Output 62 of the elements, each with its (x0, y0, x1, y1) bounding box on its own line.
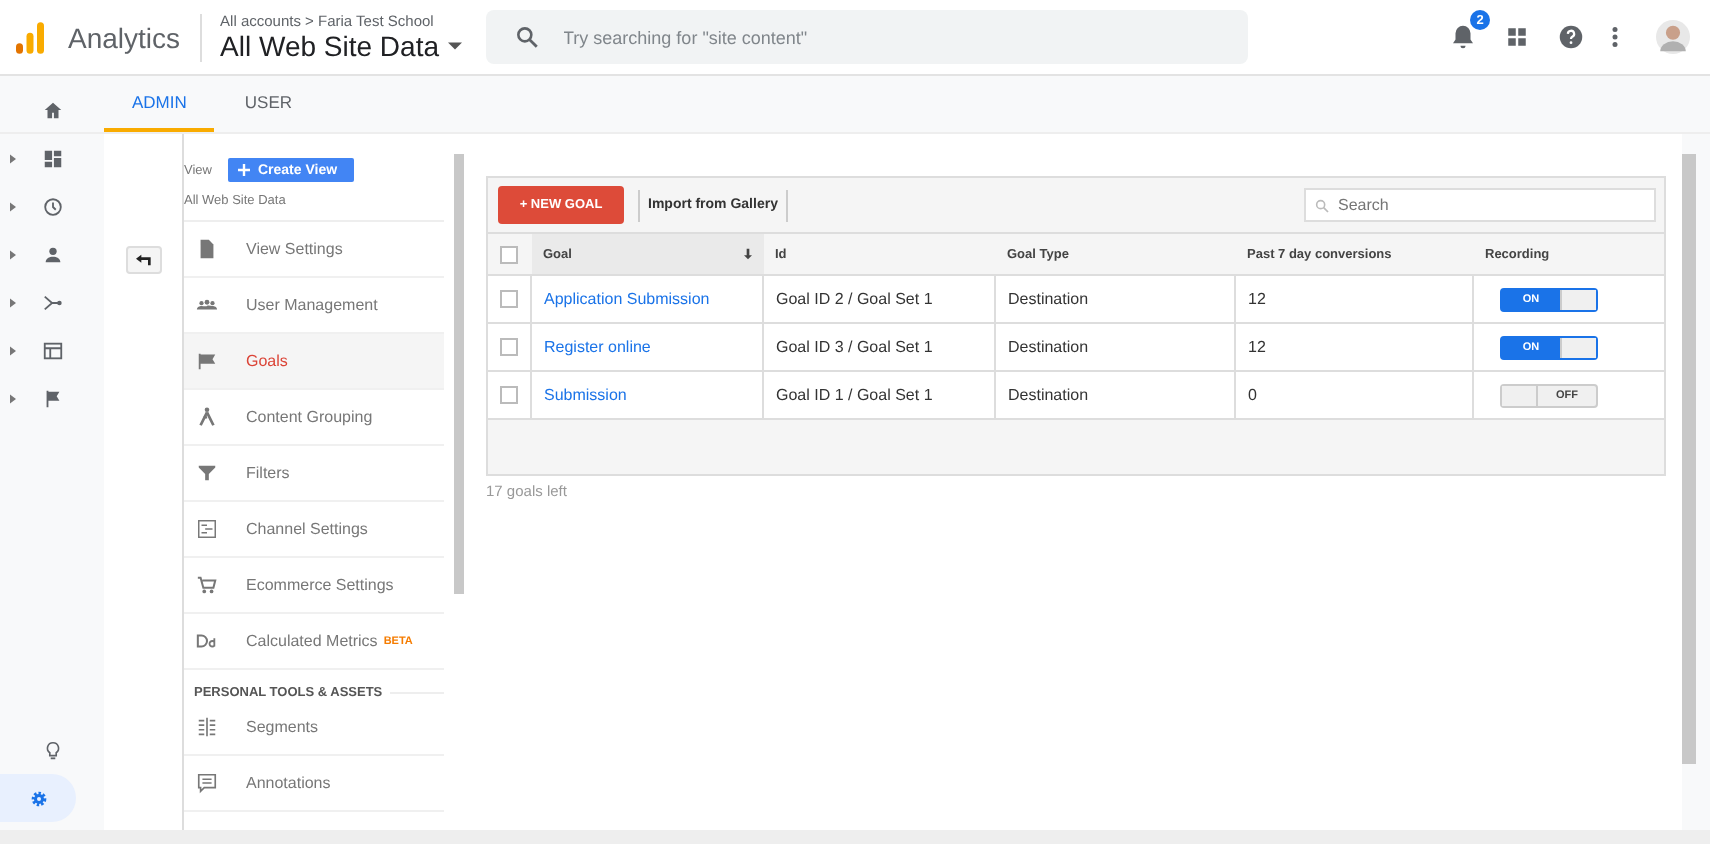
help-icon[interactable] (1556, 22, 1586, 52)
plus-icon (237, 164, 250, 176)
dashboard-icon[interactable] (41, 147, 63, 169)
branch-icon[interactable] (41, 291, 63, 313)
home-icon[interactable] (41, 99, 63, 121)
menu-item[interactable]: Goals (184, 334, 444, 390)
table-cell: Goal ID 3 / Goal Set 1 (776, 338, 933, 356)
table-cell: Goal ID 1 / Goal Set 1 (776, 386, 933, 404)
scrollbar[interactable] (1682, 154, 1696, 764)
caret-icon (447, 42, 461, 50)
filter-icon (196, 462, 218, 484)
settings-icon (27, 787, 49, 809)
table-cell: Destination (1008, 338, 1089, 356)
cart-icon (196, 574, 218, 596)
table-cell: 12 (1248, 338, 1266, 356)
search-icon (513, 24, 539, 50)
table-cell: Destination (1008, 386, 1089, 404)
document-icon (196, 238, 218, 260)
bell-icon[interactable] (1448, 22, 1478, 52)
select-all-checkbox[interactable] (500, 245, 519, 263)
table-cell: Destination (1008, 290, 1089, 308)
analytics-logo-icon (16, 21, 44, 53)
product-name: Analytics (68, 21, 181, 53)
flag-icon (196, 350, 218, 372)
expand-arrow-icon[interactable] (10, 201, 16, 211)
fork-icon (196, 406, 218, 428)
search-field[interactable]: Try searching for "site content" (485, 10, 1247, 64)
tab[interactable]: USER (216, 76, 321, 132)
channel-icon (196, 518, 218, 540)
goal-link[interactable]: Register online (544, 338, 651, 356)
expand-arrow-icon[interactable] (10, 249, 16, 259)
goal-link[interactable]: Submission (544, 386, 627, 404)
sort-arrow-icon[interactable] (743, 248, 751, 260)
segments-icon (196, 716, 218, 738)
people-icon (196, 294, 218, 316)
row-checkbox[interactable] (500, 290, 518, 309)
person-icon[interactable] (41, 243, 63, 265)
clock-icon[interactable] (41, 195, 63, 217)
row-checkbox[interactable] (500, 338, 518, 357)
table-cell: Goal ID 2 / Goal Set 1 (776, 290, 933, 308)
expand-arrow-icon[interactable] (10, 297, 16, 307)
flag-icon[interactable] (41, 387, 63, 409)
window-icon[interactable] (41, 339, 63, 361)
admin-nav-item[interactable] (0, 774, 76, 822)
back-button[interactable] (126, 246, 162, 274)
scrollbar[interactable] (454, 154, 464, 594)
back-arrow-icon (136, 254, 152, 266)
search-field[interactable]: Search (1304, 188, 1656, 222)
property-selector[interactable]: All Web Site Data (220, 30, 461, 62)
more-icon[interactable] (1610, 22, 1620, 52)
row-checkbox[interactable] (500, 386, 518, 405)
table-cell: 12 (1248, 290, 1266, 308)
expand-arrow-icon[interactable] (10, 393, 16, 403)
metrics-icon (196, 630, 218, 652)
expand-arrow-icon[interactable] (10, 345, 16, 355)
search-icon (1314, 197, 1330, 213)
lightbulb-icon[interactable] (41, 739, 63, 761)
apps-icon[interactable] (1502, 22, 1532, 52)
goal-link[interactable]: Application Submission (544, 290, 710, 308)
comment-icon (196, 772, 218, 794)
table-cell: 0 (1248, 386, 1257, 404)
expand-arrow-icon[interactable] (10, 153, 16, 163)
